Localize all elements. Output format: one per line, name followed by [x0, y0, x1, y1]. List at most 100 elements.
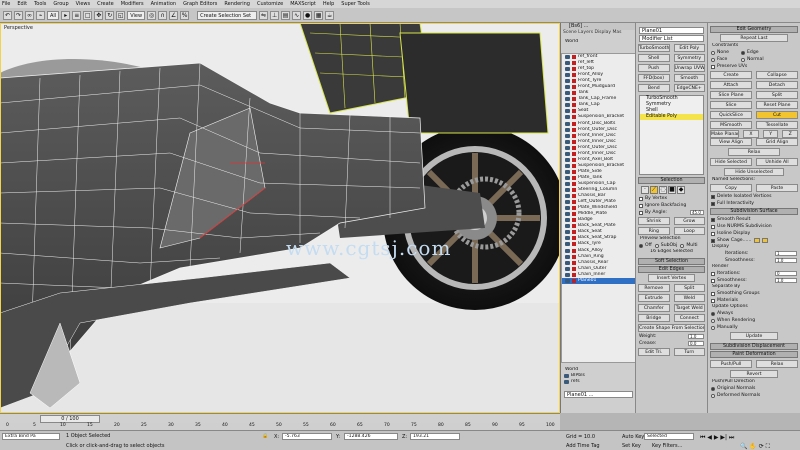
- eye-icon[interactable]: [565, 151, 570, 156]
- eye-icon[interactable]: [565, 200, 570, 205]
- set-key-label[interactable]: Set Key: [622, 443, 641, 449]
- eye-icon[interactable]: [565, 55, 570, 60]
- checkbox-icon[interactable]: [711, 224, 715, 229]
- update-manual-option[interactable]: Manually: [708, 324, 800, 331]
- copy-button[interactable]: Copy: [710, 184, 752, 192]
- eye-icon[interactable]: [565, 91, 570, 96]
- hide-selected-button[interactable]: Hide Selected: [710, 158, 752, 166]
- material-editor-icon[interactable]: ●: [303, 10, 313, 20]
- pivot-icon[interactable]: ◎: [147, 10, 157, 20]
- edit-geometry-rollout[interactable]: Edit Geometry: [710, 26, 798, 33]
- eye-icon[interactable]: [565, 139, 570, 144]
- eye-icon[interactable]: [564, 380, 569, 385]
- menu-item-group[interactable]: Group: [53, 1, 68, 7]
- isoline-option[interactable]: Isoline Display: [708, 230, 800, 237]
- tessellate-button[interactable]: Tessellate: [756, 121, 798, 129]
- modifier-edgecne-button[interactable]: EdgeCNE+: [673, 84, 705, 92]
- grow-button[interactable]: Grow: [673, 217, 705, 225]
- menu-item-file[interactable]: File: [2, 1, 10, 7]
- viewport-label[interactable]: Perspective: [4, 25, 33, 31]
- menu-item-maxscript[interactable]: MAXScript: [290, 1, 316, 7]
- object-name-field[interactable]: Plane01: [639, 27, 704, 34]
- planar-z-button[interactable]: Z: [782, 129, 798, 138]
- eye-icon[interactable]: [565, 182, 570, 186]
- radio-icon[interactable]: [711, 311, 715, 316]
- snap-icon[interactable]: ∩: [158, 10, 168, 20]
- polygon-icon[interactable]: ■: [668, 186, 676, 194]
- quickslice-button[interactable]: QuickSlice: [710, 111, 752, 119]
- full-interactivity-option[interactable]: Full Interactivity: [708, 200, 800, 207]
- eye-icon[interactable]: [565, 169, 570, 174]
- play-controls[interactable]: ⏮ ◀ ▶ ▶| ⏭: [700, 434, 734, 442]
- eye-icon[interactable]: [565, 188, 570, 193]
- cage-color-swatch[interactable]: [754, 238, 761, 243]
- radio-icon[interactable]: [711, 386, 715, 391]
- eye-icon[interactable]: [565, 133, 570, 138]
- eye-icon[interactable]: [565, 230, 570, 235]
- link-icon[interactable]: ∞: [25, 10, 34, 20]
- planar-y-button[interactable]: Y: [762, 129, 779, 138]
- slice-plane-button[interactable]: Slice Plane: [710, 91, 752, 99]
- eye-icon[interactable]: [565, 145, 570, 150]
- eye-icon[interactable]: [565, 212, 570, 217]
- bridge-button[interactable]: Bridge: [638, 314, 670, 322]
- connect-button[interactable]: Connect: [673, 314, 705, 322]
- radio-icon[interactable]: [711, 57, 715, 62]
- display-smoothness-spinner[interactable]: 1.0: [775, 258, 797, 263]
- radio-icon[interactable]: [654, 243, 659, 248]
- eye-icon[interactable]: [565, 224, 570, 229]
- explorer-root[interactable]: World: [561, 39, 635, 45]
- ignore-backfacing-option[interactable]: Ignore Backfacing: [636, 202, 707, 209]
- checkbox-icon[interactable]: [711, 298, 715, 303]
- update-always-option[interactable]: Always: [708, 310, 800, 317]
- navigation-icons[interactable]: 🔍 ✋ ⟳ ⛶: [740, 443, 770, 450]
- loop-button[interactable]: Loop: [673, 227, 705, 235]
- msmooth-button[interactable]: MSmooth: [710, 121, 752, 129]
- eye-icon[interactable]: [565, 278, 570, 283]
- perspective-viewport[interactable]: Perspective www.cgtsj.com: [0, 23, 560, 413]
- stack-item-selected[interactable]: Editable Poly: [640, 114, 703, 120]
- by-angle-spinner[interactable]: 45.0: [690, 210, 704, 215]
- push-pull-button[interactable]: Push/Pull: [710, 360, 752, 368]
- named-selection-input[interactable]: Create Selection Set: [197, 10, 258, 20]
- explorer-bottom-item[interactable]: refs: [561, 379, 636, 385]
- eye-icon[interactable]: [565, 254, 570, 259]
- attach-button[interactable]: Attach: [710, 81, 752, 89]
- revert-button[interactable]: Revert: [730, 370, 778, 378]
- select-by-name-icon[interactable]: ≡: [72, 10, 82, 20]
- time-slider[interactable]: 0 / 100: [40, 415, 100, 423]
- eye-icon[interactable]: [565, 163, 570, 168]
- scale-icon[interactable]: ◱: [116, 10, 126, 20]
- checkbox-icon[interactable]: [639, 210, 643, 215]
- by-vertex-option[interactable]: By Vertex: [636, 195, 707, 202]
- eye-icon[interactable]: [565, 242, 570, 247]
- radio-icon[interactable]: [741, 50, 745, 55]
- modifier-ffd-button[interactable]: FFD(box): [638, 74, 670, 82]
- element-icon[interactable]: ◆: [677, 186, 685, 194]
- z-coordinate-field[interactable]: 193.21: [410, 433, 460, 440]
- show-cage-option[interactable]: Show Cage......: [708, 237, 800, 244]
- percent-snap-icon[interactable]: %: [180, 10, 190, 20]
- modifier-shell-button[interactable]: Shell: [638, 54, 670, 62]
- menu-item-super-tools[interactable]: Super Tools: [341, 1, 370, 7]
- checkbox-icon[interactable]: [639, 196, 643, 201]
- modifier-symmetry-button[interactable]: Symmetry: [673, 54, 705, 62]
- subdivision-displacement-rollout[interactable]: Subdivision Displacement: [710, 343, 798, 350]
- eye-icon[interactable]: [565, 248, 570, 253]
- insert-vertex-button[interactable]: Insert Vertex: [648, 274, 695, 282]
- target-weld-button[interactable]: Target Weld: [673, 304, 705, 312]
- unlink-icon[interactable]: ⌁: [36, 10, 45, 20]
- radio-icon[interactable]: [711, 318, 715, 323]
- eye-icon[interactable]: [565, 206, 570, 211]
- eye-icon[interactable]: [565, 85, 570, 90]
- repeat-last-button[interactable]: Repeat Last: [720, 34, 788, 42]
- eye-icon[interactable]: [565, 194, 570, 199]
- rect-select-icon[interactable]: □: [83, 10, 93, 20]
- eye-icon[interactable]: [565, 79, 570, 84]
- modifier-smooth-button[interactable]: Smooth: [673, 74, 705, 82]
- curve-editor-icon[interactable]: ∿: [292, 10, 302, 20]
- menu-item-graph-editors[interactable]: Graph Editors: [183, 1, 217, 7]
- render-setup-icon[interactable]: ▦: [314, 10, 324, 20]
- menu-item-edit[interactable]: Edit: [17, 1, 27, 7]
- align-icon[interactable]: ⊥: [270, 10, 280, 20]
